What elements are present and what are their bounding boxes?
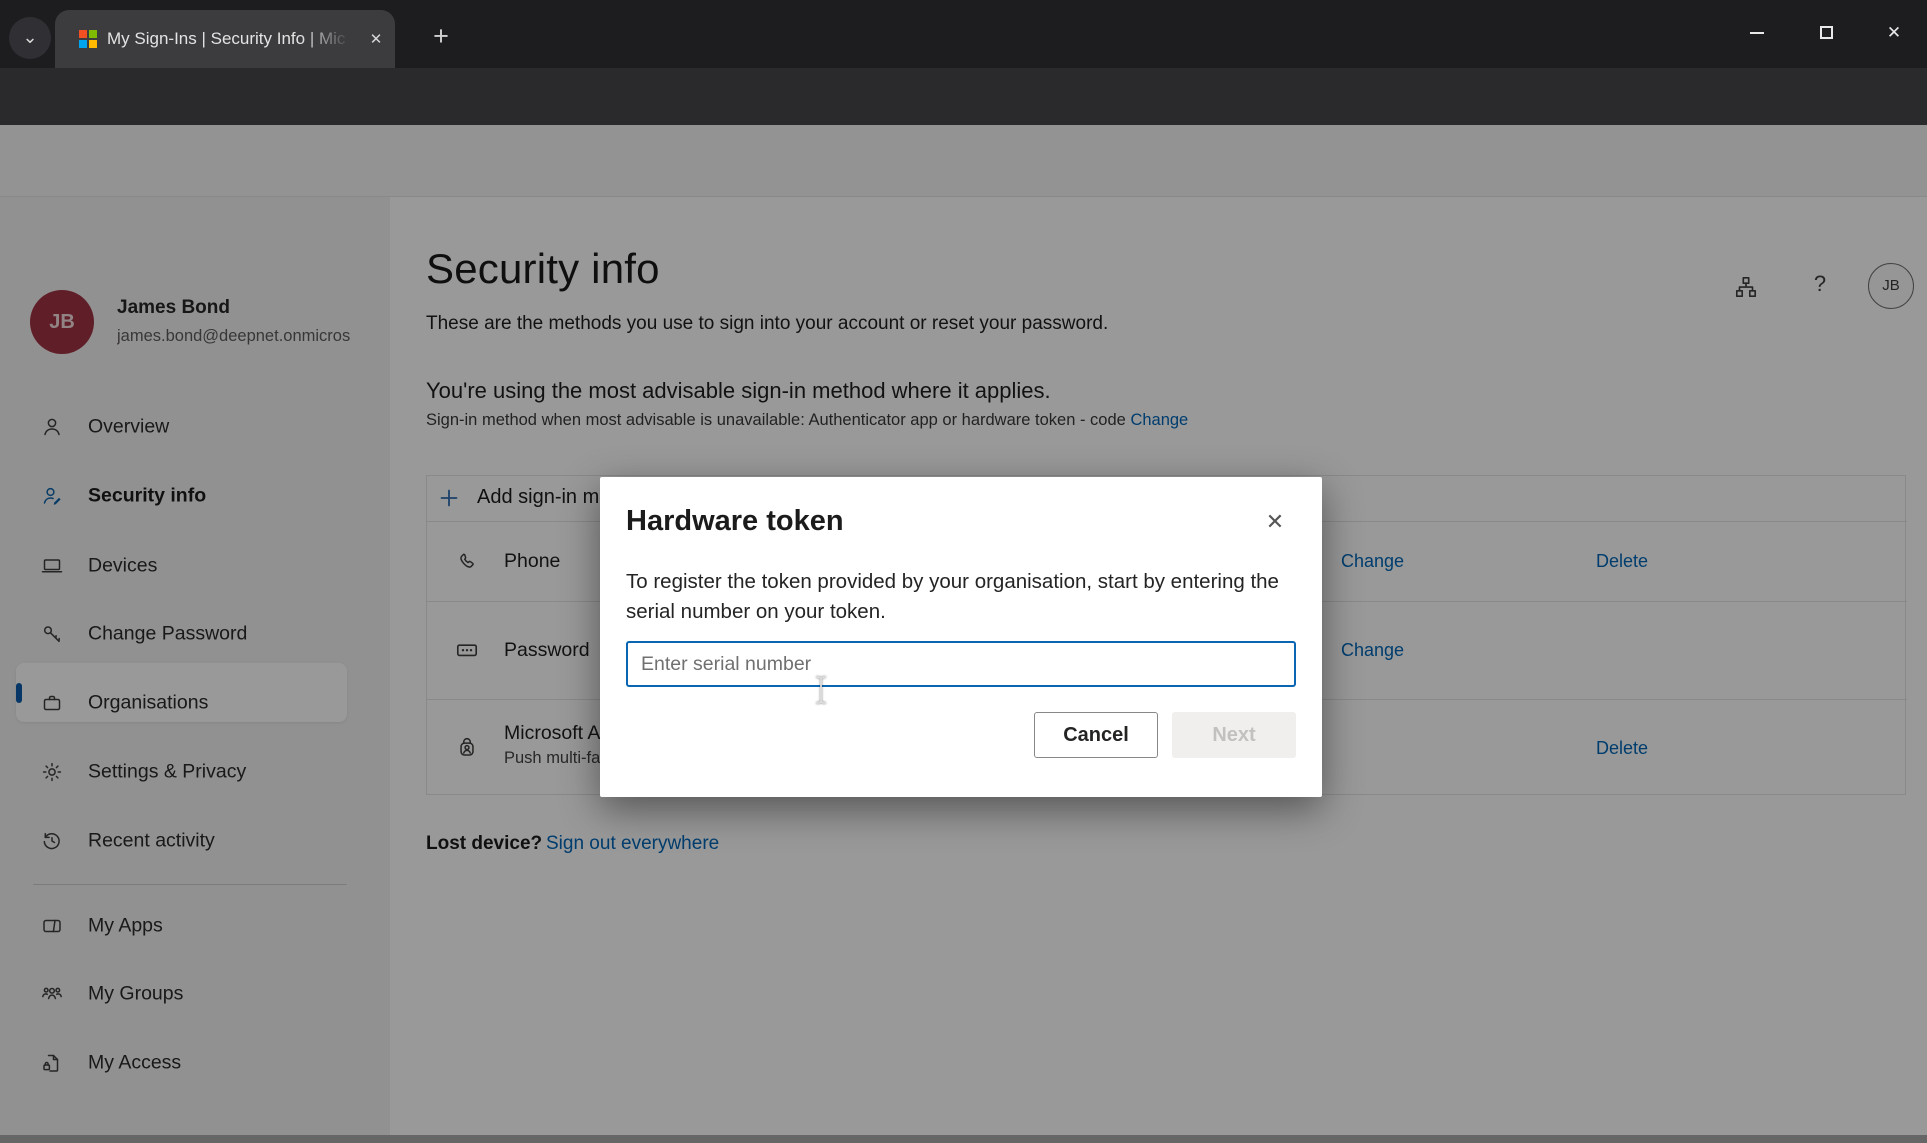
browser-tab-bar: ⌄ My Sign-Ins | Security Info | Mic ✕ + … bbox=[0, 0, 1927, 68]
microsoft-favicon-icon bbox=[79, 30, 97, 48]
dialog-close-icon[interactable]: ✕ bbox=[1260, 507, 1290, 537]
browser-toolbar: mysignins.microsoft.com/security-info In… bbox=[0, 68, 1927, 125]
cancel-button[interactable]: Cancel bbox=[1034, 712, 1158, 758]
maximize-button[interactable] bbox=[1811, 20, 1841, 46]
tab-search-icon[interactable]: ⌄ bbox=[9, 17, 51, 59]
tab-close-icon[interactable]: ✕ bbox=[363, 27, 389, 53]
minimize-button[interactable] bbox=[1742, 20, 1772, 46]
tab-title-fade bbox=[301, 22, 363, 58]
text-cursor bbox=[812, 674, 830, 711]
dialog-title: Hardware token bbox=[626, 505, 844, 538]
screen: ⌄ My Sign-Ins | Security Info | Mic ✕ + … bbox=[0, 0, 1927, 1143]
next-button[interactable]: Next bbox=[1172, 712, 1296, 758]
serial-number-input[interactable] bbox=[626, 641, 1296, 687]
new-tab-icon[interactable]: + bbox=[426, 22, 456, 52]
dialog-body-text: To register the token provided by your o… bbox=[626, 567, 1302, 627]
browser-tab[interactable]: My Sign-Ins | Security Info | Mic ✕ bbox=[55, 10, 395, 68]
window-close-icon[interactable]: ✕ bbox=[1879, 20, 1909, 46]
hardware-token-dialog: Hardware token ✕ To register the token p… bbox=[600, 477, 1322, 797]
